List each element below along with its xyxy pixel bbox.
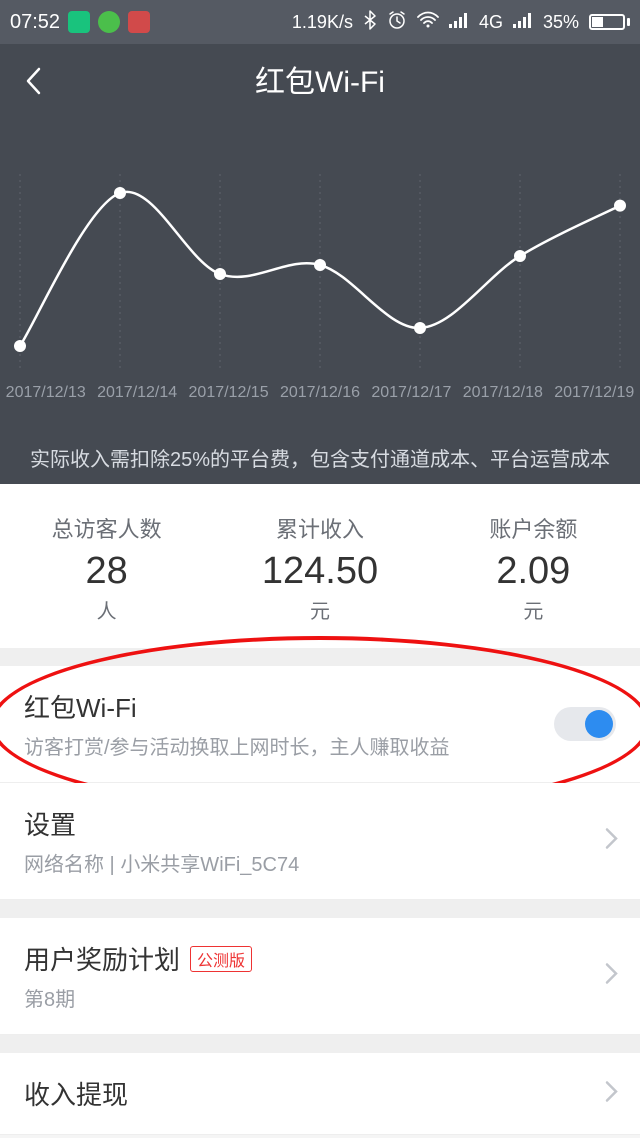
wifi-icon: [417, 11, 439, 34]
status-time: 07:52: [10, 11, 60, 34]
chevron-right-icon: [604, 827, 618, 856]
reward-title-text: 用户奖励计划: [24, 940, 180, 977]
stat-value: 28: [0, 550, 213, 593]
stat-unit: 元: [427, 595, 640, 624]
section-gap: [0, 648, 640, 666]
stat-label: 累计收入: [213, 512, 426, 544]
battery-icon: [589, 14, 630, 30]
beta-badge: 公测版: [190, 946, 252, 972]
chart-x-tick: 2017/12/15: [183, 384, 274, 402]
chart-x-tick: 2017/12/18: [457, 384, 548, 402]
toggle-knob: [585, 710, 613, 738]
row-title: 红包Wi-Fi: [24, 688, 616, 725]
signal-icon: [513, 12, 533, 33]
page-title: 红包Wi-Fi: [0, 57, 640, 101]
stat-visitors: 总访客人数 28 人: [0, 512, 213, 624]
chart-x-tick: 2017/12/16: [274, 384, 365, 402]
section-gap: [0, 1035, 640, 1053]
stat-balance: 账户余额 2.09 元: [427, 512, 640, 624]
row-settings[interactable]: 设置 网络名称 | 小米共享WiFi_5C74: [0, 783, 640, 900]
stat-value: 2.09: [427, 550, 640, 593]
status-bar: 07:52 1.19K/s 4G 35%: [0, 0, 640, 44]
section-gap: [0, 900, 640, 918]
hongbao-toggle[interactable]: [554, 707, 616, 741]
header-panel: 红包Wi-Fi 2017/12/132017/12/142017/12/1520…: [0, 44, 640, 484]
settings-sub-prefix: 网络名称 |: [24, 854, 120, 876]
chart-x-tick: 2017/12/13: [0, 384, 91, 402]
row-withdraw[interactable]: 收入提现: [0, 1053, 640, 1135]
status-network: 4G: [479, 12, 503, 33]
bluetooth-icon: [363, 10, 377, 35]
row-hongbao-wifi[interactable]: 红包Wi-Fi 访客打赏/参与活动换取上网时长，主人赚取收益: [0, 666, 640, 783]
chevron-right-icon: [604, 962, 618, 991]
row-title: 设置: [24, 805, 616, 842]
status-app-icon: [128, 11, 150, 33]
row-reward-plan[interactable]: 用户奖励计划 公测版 第8期: [0, 918, 640, 1035]
status-right: 1.19K/s 4G 35%: [292, 10, 630, 35]
title-bar: 红包Wi-Fi: [0, 44, 640, 114]
status-app-icon: [98, 11, 120, 33]
alarm-icon: [387, 10, 407, 35]
row-subtitle: 网络名称 | 小米共享WiFi_5C74: [24, 848, 616, 877]
status-battery-pct: 35%: [543, 12, 579, 33]
stat-label: 账户余额: [427, 512, 640, 544]
chart-x-tick: 2017/12/14: [91, 384, 182, 402]
chart-area[interactable]: 2017/12/132017/12/142017/12/152017/12/16…: [0, 164, 640, 424]
back-button[interactable]: [24, 66, 44, 101]
stat-label: 总访客人数: [0, 512, 213, 544]
status-throughput: 1.19K/s: [292, 12, 353, 33]
stats-row: 总访客人数 28 人 累计收入 124.50 元 账户余额 2.09 元: [0, 484, 640, 648]
stat-value: 124.50: [213, 550, 426, 593]
signal-icon: [449, 12, 469, 33]
row-subtitle: 访客打赏/参与活动换取上网时长，主人赚取收益: [24, 731, 616, 760]
stat-unit: 元: [213, 595, 426, 624]
stat-income: 累计收入 124.50 元: [213, 512, 426, 624]
chart-x-tick: 2017/12/17: [366, 384, 457, 402]
row-title: 收入提现: [24, 1075, 616, 1112]
row-subtitle: 第8期: [24, 983, 616, 1012]
status-app-icon: [68, 11, 90, 33]
chevron-right-icon: [604, 1079, 618, 1108]
settings-ssid: 小米共享WiFi_5C74: [120, 854, 299, 876]
chart-x-tick: 2017/12/19: [549, 384, 640, 402]
stat-unit: 人: [0, 595, 213, 624]
chart-x-axis: 2017/12/132017/12/142017/12/152017/12/16…: [0, 384, 640, 402]
status-left: 07:52: [10, 11, 150, 34]
row-title: 用户奖励计划 公测版: [24, 940, 616, 977]
chart-note: 实际收入需扣除25%的平台费，包含支付通道成本、平台运营成本: [0, 443, 640, 472]
